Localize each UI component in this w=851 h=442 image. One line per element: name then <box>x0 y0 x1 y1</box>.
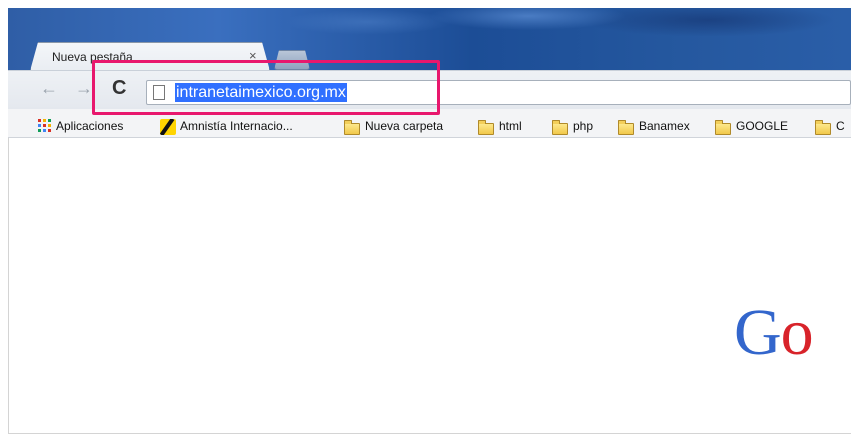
page-icon <box>153 85 165 100</box>
forward-arrow-icon[interactable]: → <box>75 78 93 99</box>
folder-icon <box>552 120 568 135</box>
folder-icon <box>344 120 360 135</box>
new-tab-button[interactable] <box>274 50 310 70</box>
bookmark-html[interactable]: html <box>499 119 522 133</box>
bookmark-c[interactable]: C <box>836 119 845 133</box>
bookmark-aplicaciones[interactable]: Aplicaciones <box>56 119 123 133</box>
logo-letter-o: o <box>780 296 814 369</box>
amnesty-icon <box>160 119 176 135</box>
bookmark-amnistia[interactable]: Amnistía Internacio... <box>180 119 293 133</box>
bookmark-php[interactable]: php <box>573 119 593 133</box>
logo-letter-g: G <box>734 296 782 369</box>
bookmark-google[interactable]: GOOGLE <box>736 119 788 133</box>
url-text[interactable]: intranetaimexico.org.mx <box>175 83 347 102</box>
folder-icon <box>715 120 731 135</box>
bookmark-banamex[interactable]: Banamex <box>639 119 690 133</box>
back-arrow-icon[interactable]: ← <box>40 78 58 99</box>
tab-close-icon[interactable]: × <box>249 48 257 63</box>
folder-icon <box>618 120 634 135</box>
tab-title: Nueva pestaña <box>52 50 133 64</box>
reload-icon[interactable]: C <box>112 77 126 100</box>
bookmark-nueva-carpeta[interactable]: Nueva carpeta <box>365 119 443 133</box>
folder-icon <box>478 120 494 135</box>
folder-icon <box>815 120 831 135</box>
apps-grid-icon <box>38 119 51 132</box>
google-logo: Go <box>734 296 814 369</box>
